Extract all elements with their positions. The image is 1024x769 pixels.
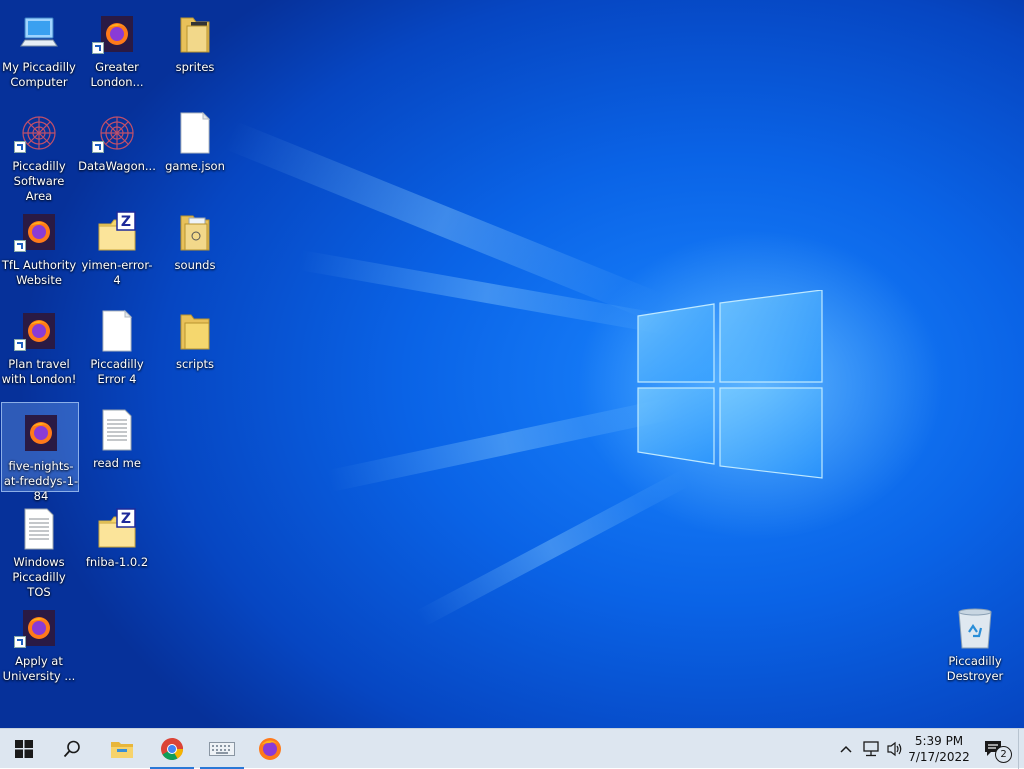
desktop-icon-label: fniba-1.0.2	[85, 555, 149, 569]
show-hidden-icons-button[interactable]	[836, 729, 856, 769]
shortcut-arrow-icon	[92, 141, 104, 153]
desktop-icon-label: Apply at University ...	[2, 654, 76, 683]
desktop-icon-five-nights-at-freddys[interactable]: five-nights-at-freddys-1-84	[1, 402, 79, 503]
file-icon	[180, 111, 211, 154]
shortcut-arrow-icon	[92, 42, 104, 54]
desktop-icon-plan-travel-with-london[interactable]: Plan travel with London!	[0, 301, 78, 391]
desktop-icon-label: Piccadilly Software Area	[12, 159, 66, 203]
computer-icon	[20, 17, 58, 47]
desktop-icon-label: read me	[93, 456, 141, 470]
desktop-icon-label: five-nights-at-freddys-1-84	[3, 459, 79, 503]
folder-icon	[180, 314, 210, 350]
desktop-icon-label: Windows Piccadilly TOS	[12, 555, 66, 599]
desktop-icon-label: My Piccadilly Computer	[2, 60, 76, 89]
desktop-icon-scripts[interactable]: scripts	[156, 301, 234, 391]
desktop-icon-yimen-error-4[interactable]: Z yimen-error-4	[78, 202, 156, 292]
desktop-icon-label: sounds	[174, 258, 216, 272]
desktop-icon-datawagon[interactable]: DataWagon...	[78, 103, 156, 193]
search-icon	[63, 740, 80, 758]
text-document-icon	[102, 409, 132, 451]
speaker-icon	[887, 741, 902, 757]
folder-with-documents-icon	[180, 215, 210, 251]
zip-folder-icon: Z	[98, 508, 136, 548]
desktop-icon-label: DataWagon...	[78, 159, 156, 173]
clock-time: 5:39 PM	[914, 734, 964, 748]
desktop-icon-piccadilly-software-area[interactable]: Piccadilly Software Area	[0, 103, 78, 203]
shortcut-arrow-icon	[14, 636, 26, 648]
desktop-icon-game-json[interactable]: game.json	[156, 103, 234, 193]
desktop-icon-label: sprites	[175, 60, 215, 74]
desktop-icon-label: Plan travel with London!	[1, 357, 77, 386]
windows-logo-wallpaper	[637, 290, 823, 479]
desktop-icon-read-me[interactable]: read me	[78, 400, 156, 490]
desktop-icon-label: TfL Authority Website	[1, 258, 77, 287]
start-button[interactable]	[0, 729, 48, 769]
shortcut-arrow-icon	[14, 141, 26, 153]
network-icon	[863, 741, 879, 757]
desktop-icon-greater-london[interactable]: Greater London...	[78, 4, 156, 94]
file-icon	[102, 309, 133, 352]
desktop-icon-label: game.json	[165, 159, 225, 173]
taskbar-firefox[interactable]	[246, 729, 294, 769]
taskbar-keyboard-app[interactable]	[198, 729, 246, 769]
svg-text:Z: Z	[121, 511, 131, 527]
text-document-icon	[24, 508, 54, 550]
recycle-bin-icon	[958, 608, 992, 649]
keyboard-app-icon	[209, 742, 235, 756]
desktop-background: My Piccadilly Computer Piccadilly Softwa…	[0, 0, 1024, 728]
desktop-icon-tfl-authority-website[interactable]: TfL Authority Website	[0, 202, 78, 292]
desktop-icon-sprites[interactable]: sprites	[156, 4, 234, 94]
zip-folder-icon: Z	[98, 211, 136, 251]
firefox-icon	[25, 415, 57, 451]
chevron-up-icon	[840, 745, 852, 753]
desktop-icon-fniba[interactable]: Z fniba-1.0.2	[78, 499, 156, 589]
desktop-icon-piccadilly-error-4[interactable]: Piccadilly Error 4	[78, 301, 156, 391]
desktop-icon-label: Piccadilly Destroyer	[946, 654, 1004, 683]
taskbar-file-explorer[interactable]	[98, 729, 146, 769]
desktop-icon-label: Piccadilly Error 4	[90, 357, 144, 386]
show-desktop-button[interactable]	[1018, 729, 1024, 769]
desktop-icon-piccadilly-destroyer[interactable]: Piccadilly Destroyer	[936, 598, 1014, 688]
notification-count-badge: 2	[995, 746, 1012, 763]
windows-start-icon	[15, 740, 33, 758]
firefox-icon	[259, 738, 281, 760]
shortcut-arrow-icon	[14, 339, 26, 351]
file-explorer-icon	[111, 742, 133, 758]
folder-with-documents-icon	[180, 17, 210, 53]
chrome-icon	[161, 738, 183, 760]
network-button[interactable]	[860, 729, 882, 769]
volume-button[interactable]	[884, 729, 906, 769]
desktop-icon-label: scripts	[175, 357, 215, 371]
action-center-button[interactable]: 2	[978, 729, 1012, 769]
desktop-icon-sounds[interactable]: sounds	[156, 202, 234, 292]
clock-date: 7/17/2022	[908, 750, 970, 764]
svg-text:Z: Z	[121, 214, 131, 230]
search-button[interactable]	[48, 729, 96, 769]
taskbar-clock[interactable]: 5:39 PM 7/17/2022	[906, 733, 972, 765]
desktop-icon-label: yimen-error-4	[81, 258, 153, 287]
desktop-icon-apply-at-university[interactable]: Apply at University ...	[0, 598, 78, 688]
light-beam	[415, 470, 690, 627]
taskbar: 5:39 PM 7/17/2022 2	[0, 728, 1024, 769]
light-beam	[327, 395, 685, 492]
taskbar-chrome[interactable]	[148, 729, 196, 769]
desktop-icon-my-piccadilly-computer[interactable]: My Piccadilly Computer	[0, 4, 78, 94]
desktop-icon-windows-piccadilly-tos[interactable]: Windows Piccadilly TOS	[0, 499, 78, 599]
shortcut-arrow-icon	[14, 240, 26, 252]
desktop-icon-label: Greater London...	[90, 60, 144, 89]
